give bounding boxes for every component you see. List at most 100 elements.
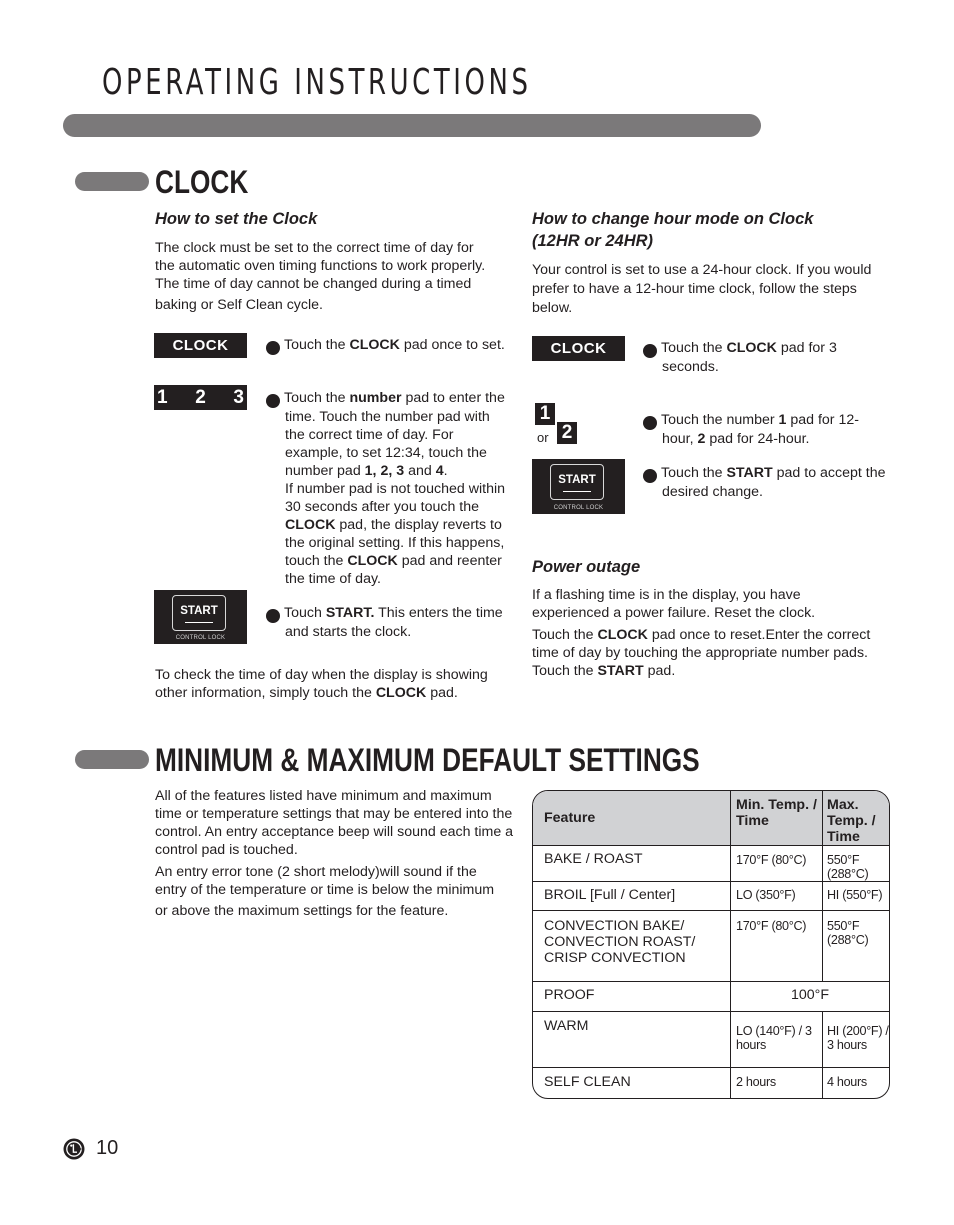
check-time-note: To check the time of day when the displa…: [155, 666, 515, 702]
bold-text: START.: [325, 605, 375, 621]
table-row: BROIL [Full / Center] LO (350°F) HI (550…: [533, 881, 889, 911]
step-number-icon: 2: [638, 416, 657, 430]
para-text: Touch the CLOCK pad once to reset.Enter …: [532, 627, 870, 679]
step-text: Touch the CLOCK pad once to set.: [284, 337, 505, 353]
cell-max: 4 hours: [822, 1067, 889, 1098]
cell-max: HI (200°F) / 3 hours: [822, 1011, 889, 1068]
para-line: entry of the temperature or time is belo…: [155, 882, 495, 898]
heading-line: How to change hour mode on Clock: [532, 210, 814, 228]
intro-line: baking or Self Clean cycle.: [155, 297, 323, 313]
number-pad[interactable]: 1 2 3: [154, 385, 247, 410]
step-number-icon: 3: [261, 609, 280, 623]
step-text: Touch the CLOCK pad for 3 seconds.: [661, 340, 837, 375]
number-key[interactable]: 1: [157, 387, 168, 409]
number-2-pad[interactable]: 2: [557, 422, 577, 444]
step-text: Touch the START pad to accept the desire…: [661, 465, 886, 500]
table-header-row: Feature Min. Temp. / Time Max. Temp. / T…: [533, 791, 889, 846]
cell-feature: BAKE / ROAST: [533, 845, 731, 882]
table-row: SELF CLEAN 2 hours 4 hours: [533, 1067, 889, 1098]
cell-min: 2 hours: [730, 1067, 823, 1098]
min-max-settings-table: Feature Min. Temp. / Time Max. Temp. / T…: [532, 790, 890, 1099]
header-min: Min. Temp. / Time: [730, 791, 823, 846]
bold-text: START: [597, 663, 644, 679]
table-row: WARM LO (140°F) / 3 hours HI (200°F) / 3…: [533, 1011, 889, 1068]
step-text: Touch the number 1 pad for 12-hour, 2 pa…: [661, 412, 859, 447]
cell-max: 550°F (288°C): [822, 910, 889, 982]
cell-min: 170°F (80°C): [730, 845, 823, 882]
header-feature: Feature: [533, 791, 731, 846]
text-run: pad for 24-hour.: [705, 431, 810, 447]
page-title: OPERATING INSTRUCTIONS: [102, 62, 532, 103]
bold-text: number: [349, 390, 402, 406]
note-text: To check the time of day when the displa…: [155, 667, 488, 701]
clock-pad[interactable]: CLOCK: [154, 333, 247, 358]
number-1-pad[interactable]: 1: [535, 403, 555, 425]
text-run: pad once to set.: [399, 337, 505, 353]
cell-feature: PROOF: [533, 981, 731, 1012]
hour-mode-heading: How to change hour mode on Clock (12HR o…: [532, 208, 902, 252]
set-clock-step-1: 1 Touch the CLOCK pad once to set.: [261, 336, 506, 355]
table-row: CONVECTION BAKE/ CONVECTION ROAST/ CRISP…: [533, 910, 889, 982]
page-number: 10: [96, 1137, 119, 1159]
bold-text: CLOCK: [349, 337, 400, 353]
text-run: Touch the: [532, 627, 598, 643]
start-underline: [563, 490, 591, 492]
hour-mode-step-3: 3 Touch the START pad to accept the desir…: [638, 464, 893, 501]
start-button-frame: START: [550, 464, 604, 500]
power-outage-para-2: Touch the CLOCK pad once to reset.Enter …: [532, 626, 897, 680]
lg-logo-icon: [63, 1138, 85, 1160]
step-note: If number pad is not touched within 30 s…: [266, 480, 510, 588]
start-pad[interactable]: START CONTROL LOCK: [154, 590, 247, 644]
text-run: .: [443, 463, 448, 479]
step-number-icon: 2: [261, 394, 280, 408]
set-clock-intro: The clock must be set to the correct tim…: [155, 239, 515, 314]
start-label: START: [180, 605, 218, 617]
para-line: or above the maximum settings for the fe…: [155, 903, 449, 919]
text-run: Touch the: [284, 390, 350, 406]
cell-min: LO (140°F) / 3 hours: [730, 1011, 823, 1068]
section-title-min-max: MINIMUM & MAXIMUM DEFAULT SETTINGS: [155, 742, 700, 778]
header-max: Max. Temp. / Time: [822, 791, 889, 846]
power-outage-heading: Power outage: [532, 558, 641, 576]
para-line: An entry error tone (2 short melody)will…: [155, 864, 477, 880]
start-pad[interactable]: START CONTROL LOCK: [532, 459, 625, 514]
set-clock-heading: How to set the Clock: [155, 210, 318, 228]
hour-mode-intro: Your control is set to use a 24-hour clo…: [532, 262, 872, 316]
bold-text: 4: [435, 463, 444, 479]
control-lock-label: CONTROL LOCK: [175, 635, 226, 641]
cell-feature: WARM: [533, 1011, 731, 1068]
text-run: Touch the: [661, 340, 727, 356]
text-run: pad.: [426, 685, 458, 701]
min-max-para-2: An entry error tone (2 short melody)will…: [155, 863, 520, 920]
text-run: Touch the: [661, 465, 727, 481]
text-run: pad.: [643, 663, 676, 679]
control-lock-label: CONTROL LOCK: [553, 505, 604, 511]
table-row: PROOF 100°F: [533, 981, 889, 1012]
number-key[interactable]: 3: [233, 387, 244, 409]
cell-merged-value: 100°F: [730, 981, 889, 1012]
intro-line: The clock must be set to the correct tim…: [155, 240, 474, 256]
text-run: Touch the: [284, 337, 350, 353]
clock-pad[interactable]: CLOCK: [532, 336, 625, 361]
start-underline: [185, 621, 213, 623]
cell-min: LO (350°F): [730, 881, 823, 911]
bold-text: CLOCK: [597, 627, 648, 643]
step-number-icon: 1: [638, 344, 657, 358]
intro-line: the automatic oven timing functions to w…: [155, 258, 486, 274]
table-row: BAKE / ROAST 170°F (80°C) 550°F (288°C): [533, 845, 889, 882]
hour-mode-step-2: 2 Touch the number 1 pad for 12-hour, 2 p…: [638, 411, 873, 448]
bold-text: CLOCK: [375, 685, 427, 701]
bold-text: CLOCK: [285, 517, 336, 533]
number-key[interactable]: 2: [195, 387, 206, 409]
text-run: and: [404, 463, 436, 479]
section-pill-decoration: [75, 172, 149, 191]
cell-feature: SELF CLEAN: [533, 1067, 731, 1098]
bold-text: CLOCK: [347, 553, 398, 569]
min-max-para-1: All of the features listed have minimum …: [155, 788, 514, 858]
cell-max: 550°F (288°C): [822, 845, 889, 882]
intro-line: The time of day cannot be changed during…: [155, 276, 472, 292]
bold-text: 1, 2, 3: [364, 463, 405, 479]
section-pill-decoration: [75, 750, 149, 769]
step-text: Touch START. This enters the time and st…: [284, 605, 503, 640]
cell-feature: CONVECTION BAKE/ CONVECTION ROAST/ CRISP…: [533, 910, 731, 982]
